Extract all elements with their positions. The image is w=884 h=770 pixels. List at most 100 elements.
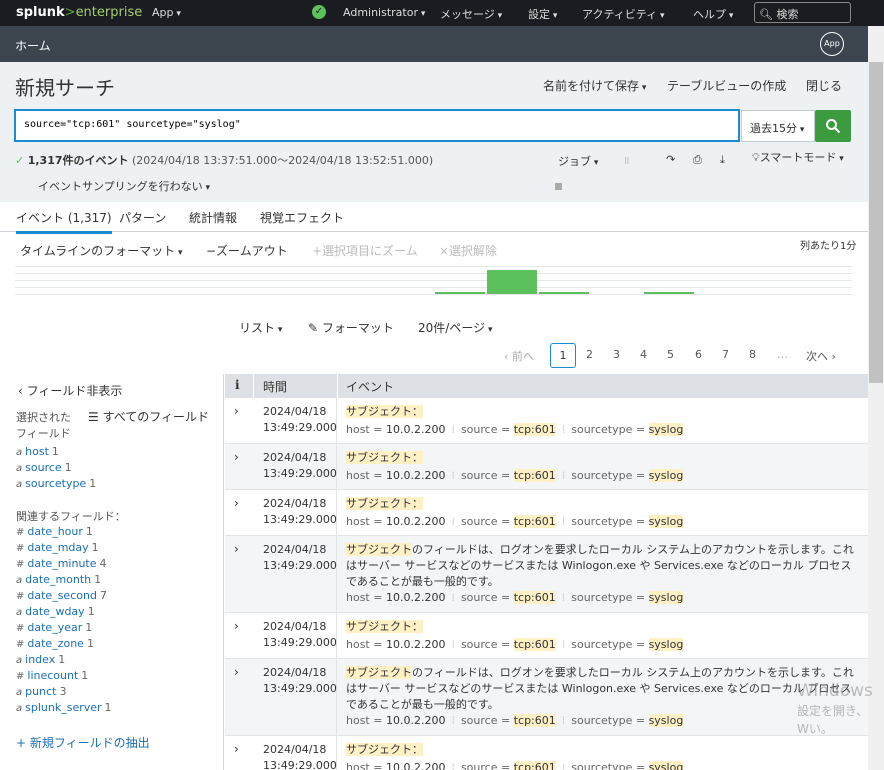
expand-chevron-icon[interactable]: ›: [234, 450, 239, 464]
related-field-linecount[interactable]: # linecount 1: [16, 669, 88, 682]
sourcetype-value[interactable]: syslog: [648, 714, 684, 727]
event-time[interactable]: 2024/04/18 13:49:29.000: [263, 404, 337, 436]
messages-menu[interactable]: メッセージ: [440, 6, 502, 22]
next-page-button[interactable]: 次へ ›: [806, 348, 836, 364]
selected-field-sourcetype[interactable]: a sourcetype 1: [16, 477, 96, 490]
host-value[interactable]: 10.0.2.200: [386, 423, 445, 436]
page-2-button[interactable]: 2: [586, 348, 593, 361]
page-3-button[interactable]: 3: [613, 348, 620, 361]
event-time[interactable]: 2024/04/18 13:49:29.000: [263, 619, 337, 651]
event-time[interactable]: 2024/04/18 13:49:29.000: [263, 742, 337, 770]
sourcetype-value[interactable]: syslog: [648, 761, 684, 770]
source-value[interactable]: tcp:601: [513, 714, 556, 727]
highlighted-term[interactable]: サブジェクト：: [346, 497, 423, 510]
event-time[interactable]: 2024/04/18 13:49:29.000: [263, 665, 337, 697]
settings-menu[interactable]: 設定: [528, 6, 557, 22]
create-table-view-link[interactable]: テーブルビューの作成: [667, 77, 786, 94]
timeline-bar[interactable]: [643, 292, 695, 294]
global-search-input[interactable]: 🔍︎ 検索: [754, 2, 851, 23]
sourcetype-value[interactable]: syslog: [648, 638, 684, 651]
table-row[interactable]: › 2024/04/18 13:49:29.000 サブジェクト： host = 10.…: [225, 444, 868, 490]
expand-chevron-icon[interactable]: ›: [234, 404, 239, 418]
related-field-date-hour[interactable]: # date_hour 1: [16, 525, 93, 538]
save-as-menu[interactable]: 名前を付けて保存: [543, 77, 646, 94]
event-time[interactable]: 2024/04/18 13:49:29.000: [263, 542, 337, 574]
search-mode-menu[interactable]: 💡︎スマートモード: [752, 151, 844, 166]
timeline-chart[interactable]: [15, 265, 852, 297]
sourcetype-value[interactable]: syslog: [648, 469, 684, 482]
time-range-picker[interactable]: 過去15分: [741, 110, 815, 142]
related-field-splunk-server[interactable]: a splunk_server 1: [16, 701, 112, 714]
sourcetype-value[interactable]: syslog: [648, 515, 684, 528]
source-value[interactable]: tcp:601: [513, 423, 556, 436]
selected-field-source[interactable]: a source 1: [16, 461, 72, 474]
table-row[interactable]: › 2024/04/18 13:49:29.000 サブジェクトのフィールドは、ログオ…: [225, 659, 868, 736]
highlighted-term[interactable]: サブジェクト: [346, 543, 412, 556]
related-field-date-mday[interactable]: # date_mday 1: [16, 541, 99, 554]
page-6-button[interactable]: 6: [695, 348, 702, 361]
host-value[interactable]: 10.0.2.200: [386, 714, 445, 727]
host-value[interactable]: 10.0.2.200: [386, 469, 445, 482]
job-menu[interactable]: ジョブ: [558, 153, 598, 169]
activity-menu[interactable]: アクティビティ: [582, 6, 665, 22]
host-value[interactable]: 10.0.2.200: [386, 638, 445, 651]
export-icon[interactable]: ⤓: [720, 153, 725, 167]
expand-chevron-icon[interactable]: ›: [234, 619, 239, 633]
related-field-punct[interactable]: a punct 3: [16, 685, 66, 698]
timeline-bar[interactable]: [486, 270, 538, 294]
tab-events[interactable]: イベント (1,317): [16, 209, 112, 234]
print-icon[interactable]: ⎙: [693, 153, 702, 167]
related-field-date-minute[interactable]: # date_minute 4: [16, 557, 107, 570]
stop-icon[interactable]: [555, 183, 562, 190]
table-row[interactable]: › 2024/04/18 13:49:29.000 サブジェクトのフィールドは、ログオ…: [225, 536, 868, 613]
per-page-menu[interactable]: 20件/ページ: [418, 319, 492, 336]
close-link[interactable]: 閉じる: [806, 77, 842, 94]
sourcetype-value[interactable]: syslog: [648, 591, 684, 604]
share-icon[interactable]: ↷: [666, 153, 675, 166]
source-value[interactable]: tcp:601: [513, 469, 556, 482]
related-field-date-zone[interactable]: # date_zone 1: [16, 637, 94, 650]
pause-icon[interactable]: ॥: [623, 153, 630, 168]
page-1-button[interactable]: 1: [550, 343, 576, 368]
table-row[interactable]: › 2024/04/18 13:49:29.000 サブジェクト： host = 10.…: [225, 490, 868, 536]
page-7-button[interactable]: 7: [722, 348, 729, 361]
tab-visualization[interactable]: 視覚エフェクト: [260, 209, 344, 226]
related-field-date-wday[interactable]: a date_wday 1: [16, 605, 95, 618]
expand-chevron-icon[interactable]: ›: [234, 496, 239, 510]
format-menu[interactable]: ✎ フォーマット: [308, 319, 394, 336]
expand-chevron-icon[interactable]: ›: [234, 542, 239, 556]
page-5-button[interactable]: 5: [667, 348, 674, 361]
table-row[interactable]: › 2024/04/18 13:49:29.000 サブジェクト： host = 10.…: [225, 736, 868, 770]
related-field-date-second[interactable]: # date_second 7: [16, 589, 107, 602]
user-menu[interactable]: Administrator: [343, 6, 425, 19]
tab-patterns[interactable]: パターン: [119, 209, 166, 226]
help-menu[interactable]: ヘルプ: [693, 6, 733, 22]
highlighted-term[interactable]: サブジェクト：: [346, 620, 423, 633]
page-8-button[interactable]: 8: [749, 348, 756, 361]
prev-page-button[interactable]: ‹ 前へ: [504, 348, 534, 364]
table-row[interactable]: › 2024/04/18 13:49:29.000 サブジェクト： host = 10.…: [225, 613, 868, 659]
related-field-index[interactable]: a index 1: [16, 653, 65, 666]
host-value[interactable]: 10.0.2.200: [386, 761, 445, 770]
source-value[interactable]: tcp:601: [513, 591, 556, 604]
list-view-menu[interactable]: リスト: [239, 319, 282, 336]
timeline-bar[interactable]: [539, 292, 590, 294]
expand-chevron-icon[interactable]: ›: [234, 742, 239, 756]
host-value[interactable]: 10.0.2.200: [386, 591, 445, 604]
hide-fields-button[interactable]: ‹ フィールド非表示: [18, 382, 122, 399]
related-field-date-year[interactable]: # date_year 1: [16, 621, 92, 634]
search-button[interactable]: [815, 110, 851, 142]
page-scrollbar-thumb[interactable]: [869, 62, 883, 383]
source-value[interactable]: tcp:601: [513, 515, 556, 528]
extract-fields-link[interactable]: + 新規フィールドの抽出: [16, 734, 150, 751]
highlighted-term[interactable]: サブジェクト：: [346, 743, 423, 756]
splunk-logo[interactable]: splunk>enterprise: [16, 5, 142, 20]
timeline-bar[interactable]: [434, 292, 485, 294]
health-check-icon[interactable]: ✓: [312, 5, 326, 19]
app-icon[interactable]: App: [820, 32, 844, 56]
app-menu[interactable]: App: [152, 6, 181, 19]
all-fields-button[interactable]: ☰ すべてのフィールド: [88, 408, 209, 425]
event-time[interactable]: 2024/04/18 13:49:29.000: [263, 450, 337, 482]
host-value[interactable]: 10.0.2.200: [386, 515, 445, 528]
deselect-button[interactable]: ×選択解除: [439, 242, 497, 259]
